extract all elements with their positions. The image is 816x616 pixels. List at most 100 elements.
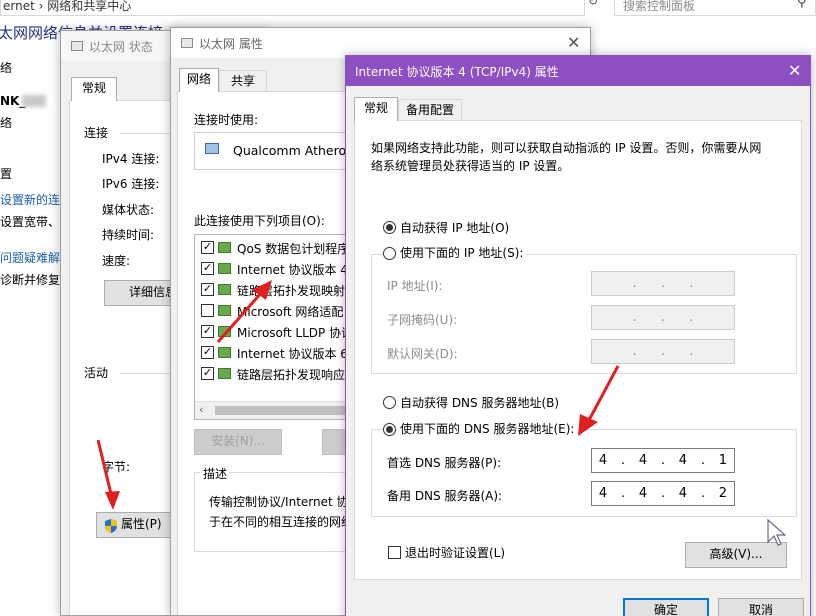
item-checkbox[interactable]: ✓ <box>201 262 214 275</box>
search-box[interactable]: 搜索控制面板 ⚲ <box>614 0 816 16</box>
tab-general[interactable]: 常规 <box>71 77 117 101</box>
properties-button-label: 属性(P) <box>121 517 162 531</box>
gateway-label: 默认网关(D): <box>387 347 458 361</box>
manual-ip-radio[interactable] <box>383 247 396 260</box>
adapter-name: Qualcomm Atheros <box>233 143 353 158</box>
connect-using-label: 连接时使用: <box>194 113 259 127</box>
left-item: 络 <box>0 116 13 130</box>
status-window-title: 以太网 状态 <box>89 40 153 54</box>
manual-dns-radio[interactable] <box>383 423 396 436</box>
item-checkbox[interactable] <box>201 304 214 317</box>
subnet-mask-field[interactable]: ... <box>591 305 735 330</box>
octet: 4 <box>598 453 608 468</box>
scroll-left-icon[interactable]: ‹ <box>199 403 203 416</box>
field-ipv6: IPv6 连接: <box>102 177 160 191</box>
advanced-button[interactable]: 高级(V)... <box>685 542 787 568</box>
ip-address-field[interactable]: ... <box>591 271 735 296</box>
manual-dns-label[interactable]: 使用下面的 DNS 服务器地址(E): <box>397 420 578 437</box>
network-icon <box>71 41 83 51</box>
octet: 4 <box>598 486 608 501</box>
address-bar[interactable]: ernet › 网络和共享中心 <box>0 0 585 16</box>
protocol-icon <box>218 368 231 379</box>
ipv4-window-title: Internet 协议版本 4 (TCP/IPv4) 属性 <box>355 65 559 79</box>
octet: 4 <box>678 453 688 468</box>
properties-titlebar: 以太网 属性 ✕ <box>171 28 590 58</box>
breadcrumb: ernet › 网络和共享中心 <box>3 0 132 13</box>
octet: 4 <box>678 486 688 501</box>
redacted-block <box>22 95 46 107</box>
cancel-button[interactable]: 取消 <box>718 598 804 616</box>
left-item: 络 <box>0 61 13 75</box>
items-label: 此连接使用下列项目(O): <box>194 214 325 228</box>
activity-heading: 活动 <box>84 366 109 380</box>
octet: 2 <box>718 486 728 501</box>
ipv4-properties-window: Internet 协议版本 4 (TCP/IPv4) 属性 ✕ 常规 备用配置 … <box>345 55 811 616</box>
item-label: 链路层拓扑发现映射 <box>237 284 346 298</box>
tab-general[interactable]: 常规 <box>354 97 398 121</box>
field-ipv4: IPv4 连接: <box>102 152 160 166</box>
auto-ip-radio[interactable] <box>383 221 396 234</box>
left-item: 诊断并修复 <box>0 273 61 287</box>
alternate-dns-field[interactable]: 4. 4. 4. 2 <box>591 481 735 506</box>
adapter-icon <box>205 143 219 154</box>
ip-address-label: IP 地址(I): <box>387 279 443 293</box>
left-link-troubleshoot[interactable]: 问题疑难解 <box>0 249 60 266</box>
item-label: Internet 协议版本 6 <box>237 347 348 361</box>
tab-alternate-config[interactable]: 备用配置 <box>398 99 462 121</box>
gateway-field[interactable]: ... <box>591 339 735 364</box>
octet: 4 <box>638 453 648 468</box>
description-label: 描述 <box>201 465 230 482</box>
item-checkbox[interactable]: ✓ <box>201 241 214 254</box>
ipv4-panel: 如果网络支持此功能，则可以获取自动指派的 IP 设置。否则，你需要从网 络系统管… <box>354 120 802 580</box>
description-text: 于在不同的相互连接的网络 <box>209 515 354 529</box>
protocol-icon <box>218 263 231 274</box>
octet: 4 <box>638 486 648 501</box>
subnet-mask-label: 子网掩码(U): <box>387 313 458 327</box>
item-label: 链路层拓扑发现响应 <box>237 368 346 382</box>
ok-button[interactable]: 确定 <box>623 598 709 616</box>
protocol-icon <box>218 284 231 295</box>
item-checkbox[interactable]: ✓ <box>201 325 214 338</box>
item-label: QoS 数据包计划程序 <box>237 242 350 256</box>
item-checkbox[interactable]: ✓ <box>201 283 214 296</box>
auto-dns-radio[interactable] <box>383 396 396 409</box>
left-item: 置 <box>0 167 13 181</box>
field-duration: 持续时间: <box>102 228 155 242</box>
auto-ip-label[interactable]: 自动获得 IP 地址(O) <box>400 219 509 236</box>
item-checkbox[interactable]: ✓ <box>201 367 214 380</box>
close-icon[interactable]: ✕ <box>567 33 580 52</box>
field-media: 媒体状态: <box>102 203 155 217</box>
close-icon[interactable]: ✕ <box>788 61 801 80</box>
search-placeholder: 搜索控制面板 <box>623 0 696 13</box>
preferred-dns-label: 首选 DNS 服务器(P): <box>387 456 502 470</box>
ipv4-titlebar: Internet 协议版本 4 (TCP/IPv4) 属性 ✕ <box>346 56 810 86</box>
bytes-label: 字节: <box>102 460 131 474</box>
tab-sharing[interactable]: 共享 <box>219 70 267 92</box>
left-link-setup[interactable]: 设置新的连 <box>0 191 60 208</box>
refresh-icon[interactable]: ↻ <box>588 0 606 14</box>
description-text: 传输控制协议/Internet 协 <box>209 495 349 509</box>
ipv4-description: 如果网络支持此功能，则可以获取自动指派的 IP 设置。否则，你需要从网 <box>371 141 762 155</box>
install-button[interactable]: 安装(N)... <box>194 429 282 455</box>
protocol-icon <box>218 305 231 316</box>
item-checkbox[interactable]: ✓ <box>201 346 214 359</box>
auto-dns-label[interactable]: 自动获得 DNS 服务器地址(B) <box>400 394 559 411</box>
item-label: Microsoft 网络适配 <box>237 305 344 319</box>
protocol-icon <box>218 347 231 358</box>
preferred-dns-field[interactable]: 4. 4. 4. 1 <box>591 448 735 473</box>
qos-icon <box>218 242 231 253</box>
item-label: Internet 协议版本 4 <box>237 263 348 277</box>
properties-window-title: 以太网 属性 <box>199 37 263 51</box>
left-item: 设置宽带、 <box>0 215 61 229</box>
validate-label[interactable]: 退出时验证设置(L) <box>405 544 505 561</box>
connection-heading: 连接 <box>84 126 109 140</box>
validate-checkbox[interactable] <box>388 546 401 559</box>
protocol-icon <box>218 326 231 337</box>
ipv4-description: 络系统管理员处获得适当的 IP 设置。 <box>371 159 570 173</box>
manual-ip-label[interactable]: 使用下面的 IP 地址(S): <box>397 244 527 261</box>
search-icon: ⚲ <box>797 0 807 10</box>
properties-button[interactable]: 属性(P) <box>96 512 176 538</box>
field-speed: 速度: <box>102 254 131 268</box>
network-icon <box>181 38 193 48</box>
tab-network[interactable]: 网络 <box>179 68 219 92</box>
